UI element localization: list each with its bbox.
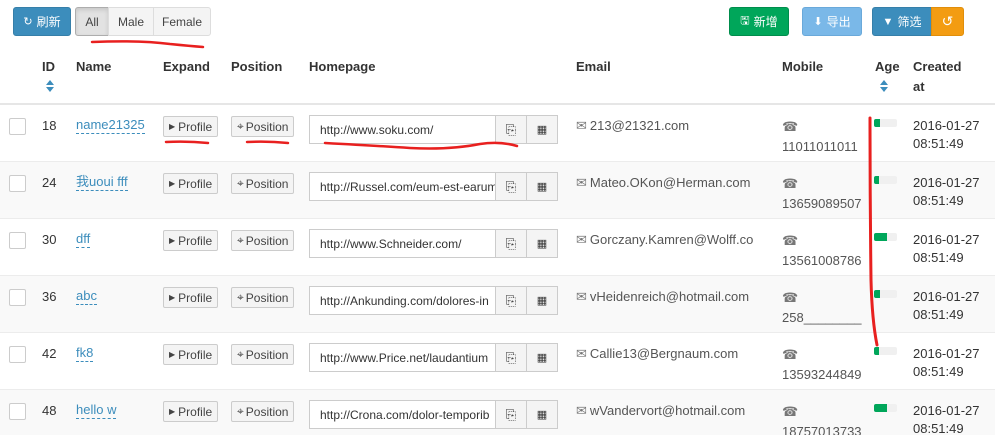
annotation-underline-homepage [323, 141, 519, 150]
annotation-underline-position [245, 140, 290, 145]
annotation-underline-profile [164, 140, 210, 145]
annotation-underline-segment [90, 40, 205, 49]
annotation-overlay [90, 40, 879, 347]
annotation-line-age [868, 116, 879, 347]
